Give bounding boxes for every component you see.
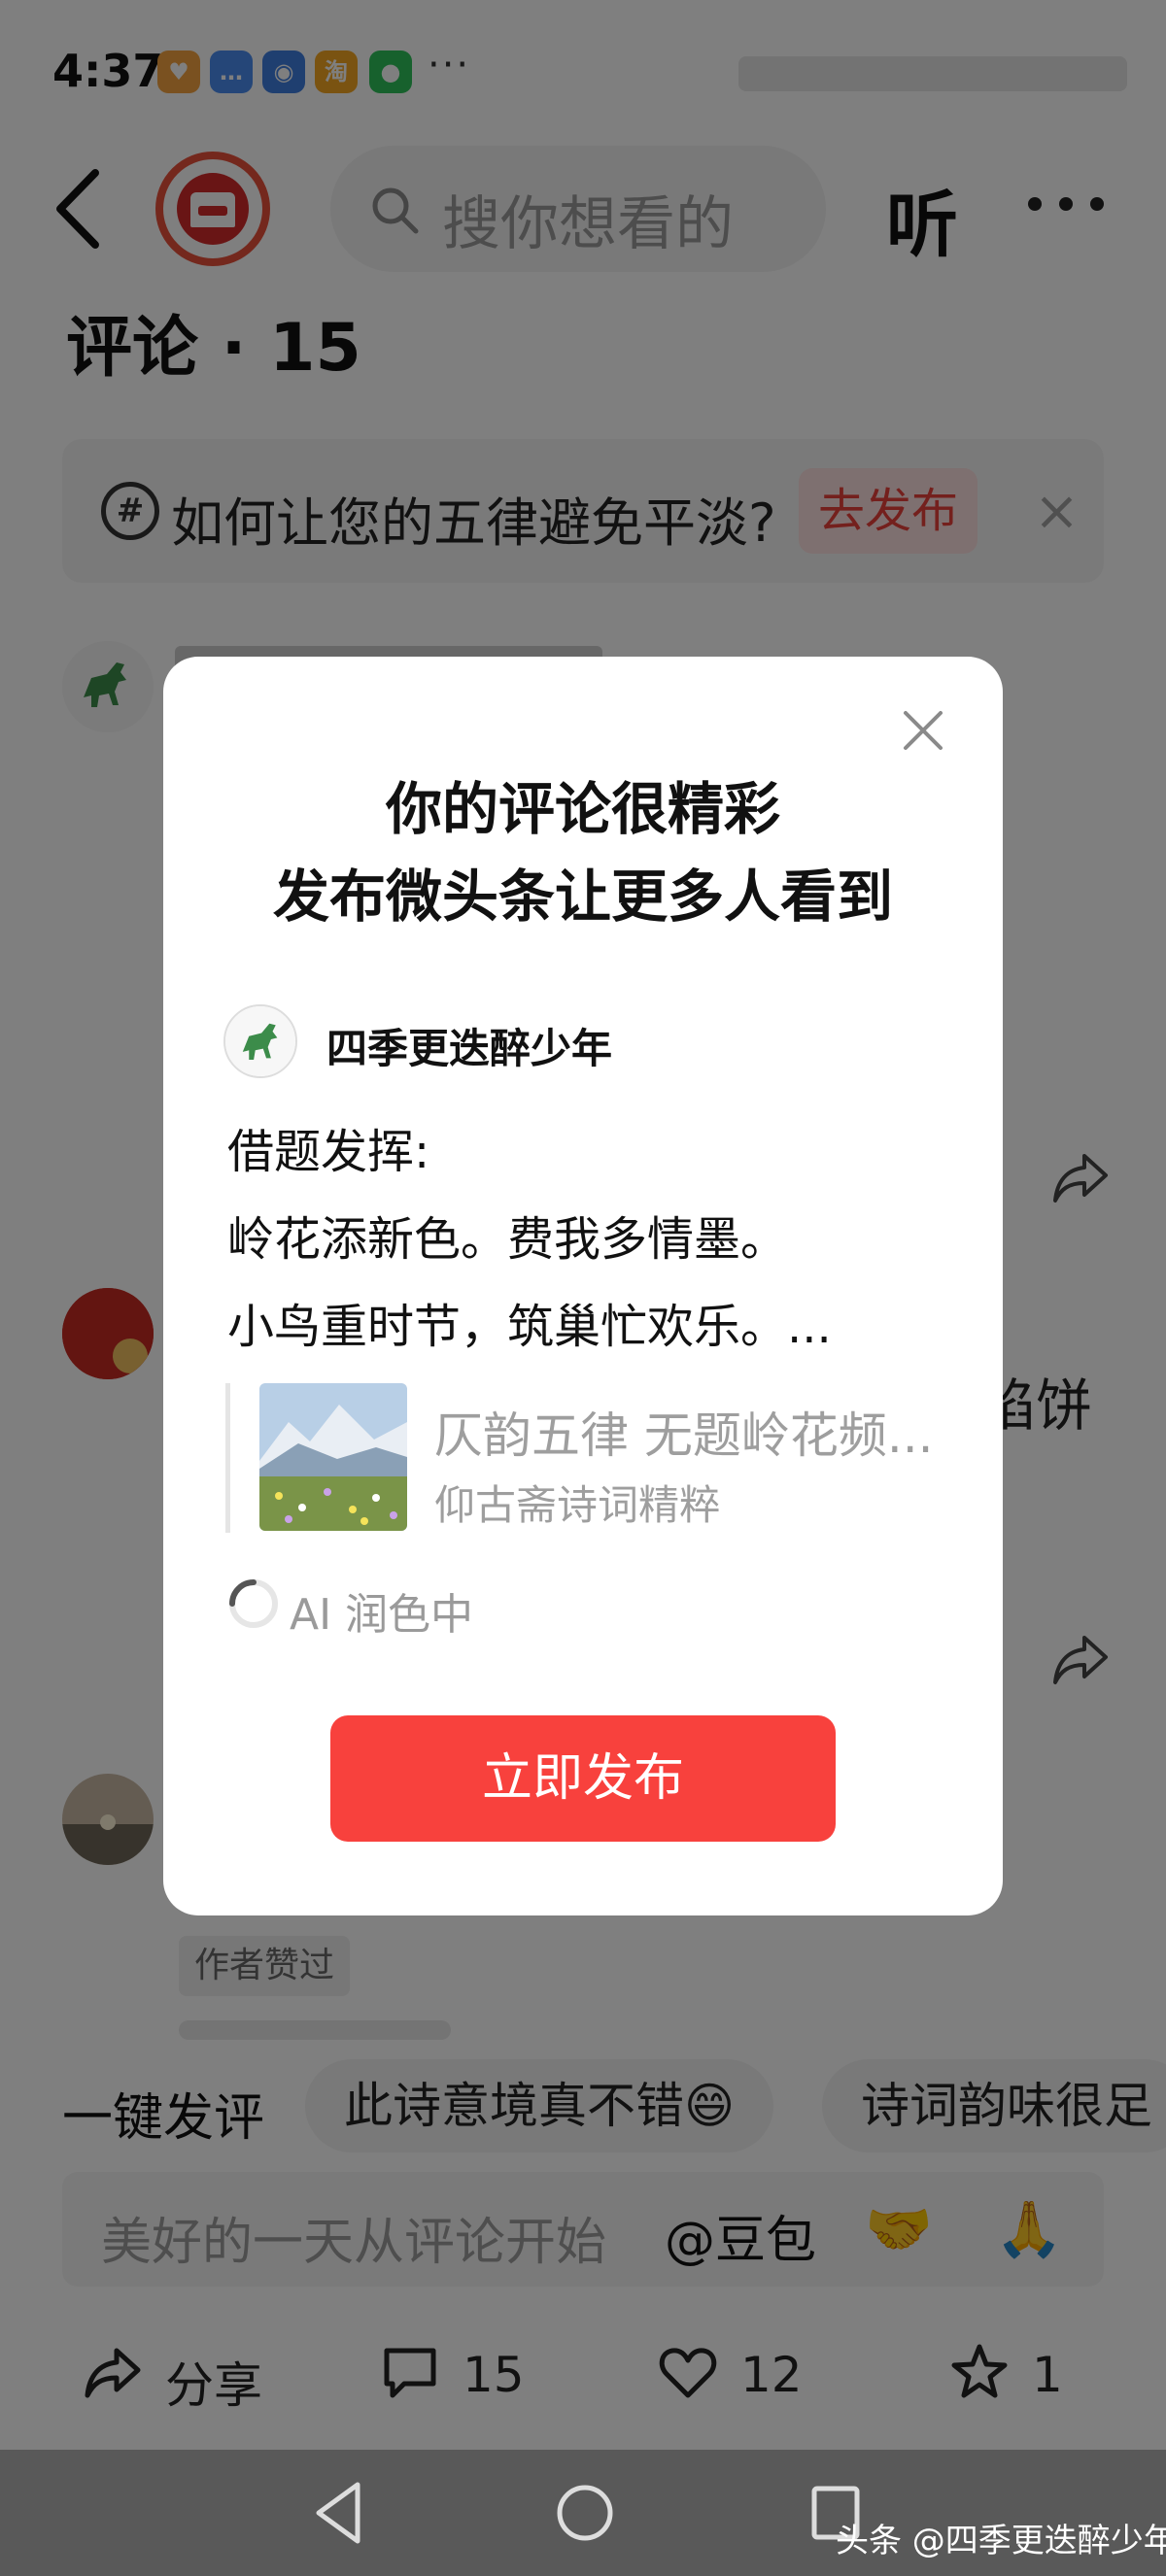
- article-title: 仄韵五律 无题岭花频...: [434, 1407, 934, 1464]
- publish-now-button[interactable]: 立即发布: [330, 1715, 836, 1842]
- nav-home-icon[interactable]: [554, 2479, 616, 2551]
- close-icon[interactable]: [900, 707, 946, 754]
- author-avatar: [223, 1004, 297, 1078]
- loading-spinner-icon: [227, 1577, 280, 1630]
- dialog-title: 你的评论很精彩: [385, 776, 780, 842]
- quoted-article[interactable]: 仄韵五律 无题岭花频... 仰古斋诗词精粹: [225, 1383, 944, 1533]
- post-text-line: 借题发挥:: [227, 1125, 430, 1179]
- ai-polish-status: AI 润色中: [290, 1590, 474, 1640]
- author-name: 四季更迭醉少年: [326, 1025, 613, 1072]
- watermark: 头条 @四季更迭醉少年: [836, 2522, 1166, 2560]
- post-text-line: 岭花添新色。费我多情墨。: [227, 1212, 788, 1267]
- article-thumbnail: [259, 1383, 407, 1531]
- publish-dialog: 你的评论很精彩 发布微头条让更多人看到 四季更迭醉少年 借题发挥: 岭花添新色。…: [163, 657, 1003, 1915]
- post-text-line: 小鸟重时节，筑巢忙欢乐。...: [227, 1300, 832, 1354]
- article-source: 仰古斋诗词精粹: [434, 1481, 721, 1529]
- dialog-subtitle: 发布微头条让更多人看到: [272, 864, 893, 930]
- nav-back-icon[interactable]: [309, 2479, 367, 2551]
